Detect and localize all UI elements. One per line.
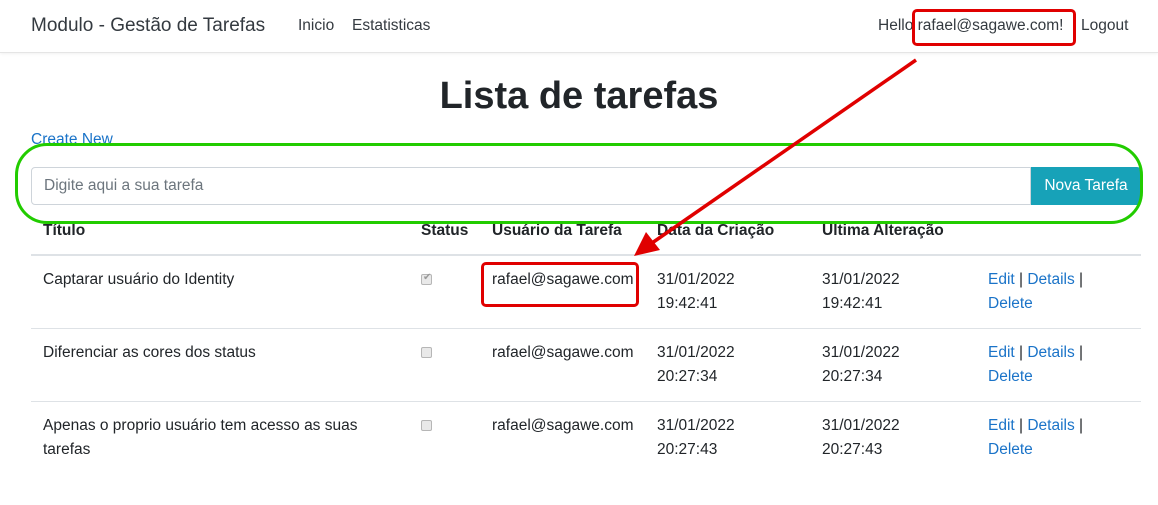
annotation-arrow [634,58,917,256]
